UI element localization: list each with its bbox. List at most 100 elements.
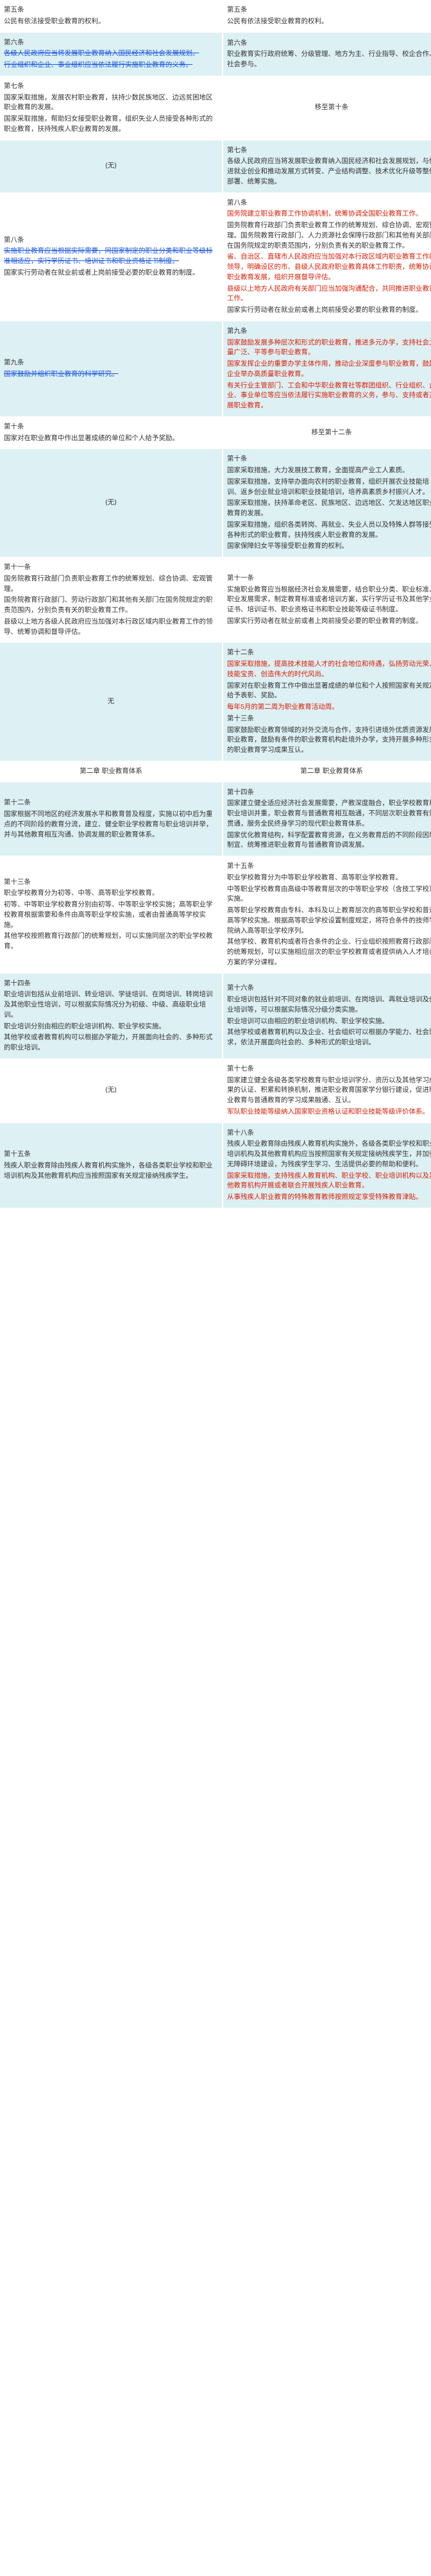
article-text: 残疾人职业教育除由残疾人教育机构实施外，各级各类职业学校和职业培训机构及其他教育… (227, 1140, 431, 1168)
new-law-cell: 移至第十二条 (223, 416, 431, 450)
article-text: 省、自治区、直辖市人民政府应当加强对本行政区域内职业教育工作的领导，明确设区的市… (227, 253, 431, 281)
article-text: 国家对在职业教育工作中做出显著成绩的单位和个人按照国家有关规定给予表彰、奖励。 (227, 681, 431, 700)
article-number: 第六条 (4, 38, 24, 46)
article-text: 中等职业学校教育由高级中等教育层次的中等职业学校（含技工学校）实施。 (227, 885, 431, 903)
new-law-cell: 移至第十条 (223, 76, 431, 140)
article-number: 第十二条 (4, 799, 31, 807)
article-text: 国家实行劳动者在就业前或者上岗前接受必要的职业教育的制度。 (227, 616, 423, 625)
old-law-cell: 第十二条 国家根据不同地区的经济发展水平和教育普及程度，实施以初中后为重点的不同阶… (0, 782, 223, 856)
article-number: 第十条 (4, 422, 24, 430)
article-text: 国家采取措施，扶持革命老区、民族地区、边远地区、欠发达地区职业教育的发展。 (227, 499, 431, 517)
old-law-cell: 第八条 实施职业教育应当根据实际需要，同国家制定的职业分类和职业等级标准相适应，实… (0, 192, 223, 321)
comparison-row: (无) 第七条 各级人民政府应当将发展职业教育纳入国民经济和社会发展规划，与促进就业… (0, 140, 431, 193)
article-text: 国家建立健全各级各类学校教育与职业培训学分、资历以及其他学习成果的认证、积累和转… (227, 1076, 431, 1105)
article-text: 国家实行劳动者在就业前或者上岗前接受必要的职业教育的制度。 (227, 306, 423, 314)
article-text: 实施职业教育应当根据经济社会发展需要，结合职业分类、职业标准、职业发展需求，制定… (227, 585, 431, 614)
old-law-cell: (无) (0, 140, 223, 193)
comparison-row: 第十条 国家对在职业教育中作出显著成绩的单位和个人给予奖励。 移至第十二条 (0, 416, 431, 450)
article-text: 各级人民政府应当将发展职业教育纳入国民经济和社会发展规划，与促进就业创业和推动发… (227, 157, 431, 185)
article-text: 每年5月的第二周为职业教育活动周。 (227, 703, 339, 711)
cell-note: (无) (105, 498, 117, 507)
comparison-rows: 第五条 公民有依法接受职业教育的权利。 第五条 公民有依法接受职业教育的权利。 第六条各… (0, 0, 431, 1208)
article-text: 国家对在职业教育中作出显著成绩的单位和个人给予奖励。 (4, 434, 179, 442)
article-text: 公民有依法接受职业教育的权利。 (227, 17, 328, 25)
comparison-row: 第七条 国家采取措施，发展农村职业教育，扶持少数民族地区、边远贫困地区职业教育的发… (0, 76, 431, 140)
article-text: 国家采取措施，支持残疾人教育机构、职业学校、职业培训机构以及其他教育机构开展或者… (227, 1171, 431, 1190)
article-text: 其他学校、教育机构或者符合条件的企业、行业组织按照教育行政部门的统筹规划，可以实… (227, 938, 431, 966)
article-number: 第十条 (227, 455, 248, 463)
article-number: 第十一条 (4, 563, 31, 571)
new-law-cell: 第十五条 职业学校教育分为中等职业学校教育、高等职业学校教育。 中等职业学校教育由高… (223, 856, 431, 974)
comparison-row: 第十五条残疾人职业教育除由残疾人教育机构实施外，各级各类职业学校和职业培训机构及… (0, 1123, 431, 1208)
article-text: 残疾人职业教育除由残疾人教育机构实施外，各级各类职业学校和职业培训机构及其他教育… (4, 1161, 213, 1180)
comparison-row: 第八条 实施职业教育应当根据实际需要，同国家制定的职业分类和职业等级标准相适应，实… (0, 192, 431, 321)
article-number: 第十四条 (227, 788, 254, 796)
cell-note: 第二章 职业教育体系 (80, 767, 142, 775)
article-text: 国家鼓励并组织职业教育的科学研究。 (4, 369, 119, 378)
comparison-row: 第二章 职业教育体系 第二章 职业教育体系 (0, 761, 431, 783)
new-law-cell: 第十条国家采取措施，大力发展技工教育，全面提高产业工人素质。国家采取措施，支持举… (223, 448, 431, 557)
article-text: 初等、中等职业学校教育分别由初等、中等职业学校实施；高等职业学校教育根据需要和条… (4, 901, 213, 929)
old-law-cell: (无) (0, 448, 223, 557)
comparison-row: (无) 第十条国家采取措施，大力发展技工教育，全面提高产业工人素质。国家采取措施，… (0, 448, 431, 557)
article-text: 高等职业学校教育由专科、本科及以上教育层次的高等职业学校和普通高等学校实施。根据… (227, 906, 431, 935)
comparison-row: (无) 第十七条 国家建立健全各级各类学校教育与职业培训学分、资历以及其他学习成果的… (0, 1058, 431, 1123)
new-law-cell: 第十八条残疾人职业教育除由残疾人教育机构实施外，各级各类职业学校和职业培训机构及… (223, 1123, 431, 1208)
old-law-cell: 第六条各级人民政府应当将发展职业教育纳入国民经济和社会发展规划。 行业组织和企业、… (0, 32, 223, 76)
article-text: 国家实行劳动者在就业前或者上岗前接受必要的职业教育的制度。 (4, 268, 199, 276)
article-text: 行业组织和企业、事业组织应当依法履行实施职业教育的义务。 (4, 61, 192, 69)
article-text: 国家采取措施，大力发展技工教育，全面提高产业工人素质。 (227, 466, 409, 474)
new-law-cell: 第二章 职业教育体系 (223, 761, 431, 783)
article-text: 国家发挥企业的重要办学主体作用，推动企业深度参与职业教育，鼓励企业举办高质量职业… (227, 360, 431, 378)
article-number: 第十五条 (4, 1150, 31, 1158)
cell-note: (无) (105, 162, 117, 170)
old-law-cell: 第十条国家对在职业教育中作出显著成绩的单位和个人给予奖励。 (0, 416, 223, 450)
article-text: 职业培训分别由相应的职业培训机构、职业学校实施。 (4, 1022, 165, 1030)
new-law-cell: 第七条 各级人民政府应当将发展职业教育纳入国民经济和社会发展规划，与促进就业创业和… (223, 140, 431, 193)
article-number: 第十二条 (227, 648, 254, 657)
article-text: 其他学校或者教育机构可以根据办学能力，开展面向社会的、多种形式的职业培训。 (4, 1033, 213, 1051)
new-law-cell: 第十二条国家采取措施，提高技术技能人才的社会地位和待遇，弘扬劳动光荣、技能宝贵、… (223, 642, 431, 761)
old-law-cell: 无 (0, 642, 223, 761)
article-text: 国家采取措施，提高技术技能人才的社会地位和待遇，弘扬劳动光荣、技能宝贵、创造伟大… (227, 660, 431, 678)
law-comparison-table: 第五条 公民有依法接受职业教育的权利。 第五条 公民有依法接受职业教育的权利。 第六条各… (0, 0, 431, 1208)
article-number: 第十六条 (227, 984, 254, 992)
article-number: 第五条 (227, 6, 248, 13)
article-text: 实施职业教育应当根据实际需要，同国家制定的职业分类和职业等级标准相适应，实行学历… (4, 247, 213, 266)
article-text: 职业学校教育分为初等、中等、高等职业学校教育。 (4, 889, 159, 897)
article-text: 国务院教育行政部门负责职业教育工作的统筹规划、综合协调、宏观管理。 (4, 574, 213, 593)
article-text: 国家鼓励发展多种层次和形式的职业教育，推进多元办学，支持社会力量广泛、平等参与职… (227, 338, 431, 357)
comparison-row: 无 第十二条国家采取措施，提高技术技能人才的社会地位和待遇，弘扬劳动光荣、技能宝贵… (0, 642, 431, 761)
article-text: 国家采取措施，支持举办面向农村的职业教育，组织开展农业技能培训、返乡创业就业培训… (227, 477, 429, 496)
new-law-cell: 第十六条职业培训包括针对不同对象的就业前培训、在岗培训、再就业培训及创业培训等，… (223, 973, 431, 1059)
article-text: 各级人民政府应当将发展职业教育纳入国民经济和社会发展规划。 (4, 49, 199, 58)
article-number: 第十三条 (4, 877, 31, 886)
comparison-row: 第五条 公民有依法接受职业教育的权利。 第五条 公民有依法接受职业教育的权利。 (0, 0, 431, 33)
old-law-cell: 第十五条残疾人职业教育除由残疾人教育机构实施外，各级各类职业学校和职业培训机构及… (0, 1123, 223, 1208)
article-number: 第十八条 (227, 1128, 254, 1137)
article-text: 其他学校或者教育机构以及企业、社会组织可以根据办学能力、社会需求，依法开展面向社… (227, 1028, 431, 1047)
comparison-row: 第九条 国家鼓励并组织职业教育的科学研究。 第九条 国家鼓励发展多种层次和形式的职业教… (0, 321, 431, 417)
article-text: 国家优化教育结构，科学配置教育资源，在义务教育后的不同阶段因地制宜、统筹推进职业… (227, 831, 431, 849)
new-law-cell: 第八条 国务院建立职业教育工作协调机制，统筹协调全国职业教育工作。 国务院教育行政部… (223, 192, 431, 321)
old-law-cell: 第七条 国家采取措施，发展农村职业教育，扶持少数民族地区、边远贫困地区职业教育的发… (0, 76, 223, 140)
article-text: 国务院教育行政部门负责职业教育工作的统筹规划、综合协调、宏观管理。国务院教育行政… (227, 221, 431, 250)
article-text: 国家采取措施，帮助妇女接受职业教育，组织失业人员接受各种形式的职业教育，扶持残疾… (4, 115, 213, 133)
old-law-cell: 第五条 公民有依法接受职业教育的权利。 (0, 0, 223, 33)
article-text: 职业学校教育分为中等职业学校教育、高等职业学校教育。 (227, 873, 402, 881)
cell-note: (无) (105, 1086, 117, 1094)
article-text: 军队职业技能等级纳入国家职业资格认证和职业技能等级评价体系。 (227, 1107, 429, 1115)
article-number: 第六条 (227, 38, 248, 47)
article-text: 职业培训包括针对不同对象的就业前培训、在岗培训、再就业培训及创业培训等，可以根据… (227, 996, 431, 1013)
comparison-row: 第十一条国务院教育行政部门负责职业教育工作的统筹规划、综合协调、宏观管理。 国务院… (0, 557, 431, 643)
article-text: 公民有依法接受职业教育的权利。 (4, 17, 105, 25)
comparison-row: 第十四条 职业培训包括从业前培训、转业培训、学徒培训、在岗培训、转岗培训及其他职业… (0, 973, 431, 1059)
article-number: 第九条 (227, 326, 248, 335)
article-number: 第十四条 (4, 979, 31, 987)
article-text: 国务院教育行政部门、劳动行政部门和其他有关部门在国务院规定的职责范围内，分别负责… (4, 596, 213, 614)
new-law-cell: 第五条公民有依法接受职业教育的权利。 (223, 0, 431, 33)
old-law-cell: 第二章 职业教育体系 (0, 761, 223, 783)
old-law-cell: (无) (0, 1058, 223, 1123)
new-law-cell: 第十七条 国家建立健全各级各类学校教育与职业培训学分、资历以及其他学习成果的认证、… (223, 1058, 431, 1123)
old-law-cell: 第十一条国务院教育行政部门负责职业教育工作的统筹规划、综合协调、宏观管理。 国务院… (0, 557, 223, 643)
